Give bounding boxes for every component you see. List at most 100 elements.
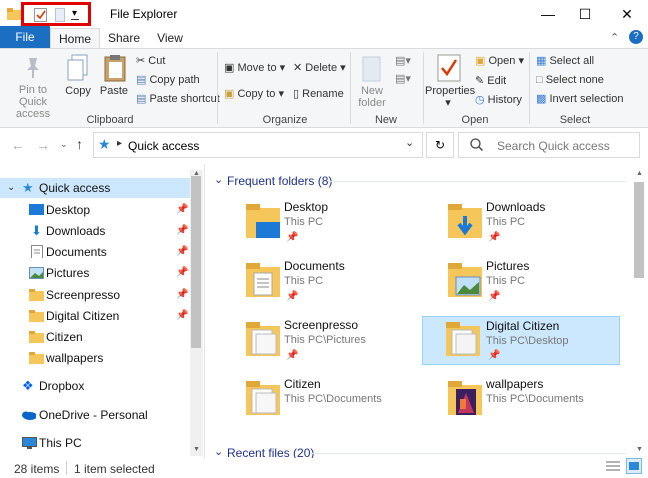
help-icon[interactable]: ? — [629, 30, 643, 44]
download-arrow-icon: ⬇ — [31, 223, 42, 238]
new-item-icon[interactable]: ▤▾ — [395, 54, 411, 67]
properties-label: Properties — [425, 85, 476, 97]
content-scrollbar-thumb[interactable] — [634, 182, 644, 278]
open-button[interactable]: ▣ Open ▾ — [475, 52, 524, 70]
folder-name: Citizen — [284, 377, 321, 391]
folder-tile-screenpresso[interactable]: Screenpresso This PC\Pictures 📌 — [222, 316, 420, 372]
easy-access-icon[interactable]: ▤▾ — [395, 72, 411, 85]
copy-button[interactable]: Copy — [62, 85, 94, 97]
nav-item-pictures[interactable]: Pictures 📌 — [0, 263, 190, 283]
cut-button[interactable]: ✂ Cut — [136, 52, 165, 70]
folder-tile-documents[interactable]: Documents This PC 📌 — [222, 257, 420, 313]
details-view-icon[interactable] — [606, 460, 620, 475]
folder-tile-desktop[interactable]: Desktop This PC 📌 — [222, 198, 420, 254]
paste-button[interactable]: Paste — [98, 85, 130, 97]
copy-to-button[interactable]: ▣ Copy to ▾ — [224, 85, 284, 103]
pane-divider[interactable] — [204, 164, 205, 458]
select-all-button[interactable]: ▦ Select all — [536, 52, 594, 70]
nav-item-desktop[interactable]: Desktop 📌 — [0, 200, 190, 220]
breadcrumb-separator-icon: ▸ — [117, 138, 123, 149]
refresh-icon: ↻ — [434, 138, 446, 152]
edit-button[interactable]: ✎ Edit — [475, 72, 506, 90]
nav-quick-access[interactable]: ⌄ ★ Quick access — [0, 178, 190, 198]
properties-icon — [437, 54, 461, 85]
nav-item-citizen[interactable]: Citizen — [0, 327, 190, 347]
pin-icon: 📌 — [488, 291, 501, 302]
invert-selection-button[interactable]: ▩ Invert selection — [536, 90, 623, 108]
select-all-label: Select all — [549, 55, 595, 67]
paste-shortcut-button[interactable]: ▤ Paste shortcut — [136, 90, 220, 108]
recent-locations-icon[interactable]: ⌄ — [60, 139, 68, 150]
properties-qat-icon[interactable] — [34, 8, 47, 22]
ribbon-separator — [217, 52, 218, 124]
select-none-icon: □ — [536, 74, 543, 86]
nav-scrollbar-thumb[interactable] — [191, 176, 201, 348]
new-folder-qat-icon[interactable] — [55, 8, 65, 22]
folder-tile-citizen[interactable]: Citizen This PC\Documents — [222, 375, 420, 431]
address-dropdown-icon[interactable]: ⌄ — [405, 136, 414, 149]
select-all-icon: ▦ — [536, 55, 547, 67]
rename-button[interactable]: ▯ Rename — [293, 85, 344, 103]
maximize-button[interactable]: ☐ — [562, 0, 608, 28]
folder-tile-wallpapers[interactable]: wallpapers This PC\Documents — [424, 375, 622, 431]
new-folder-button[interactable]: New folder — [352, 85, 392, 109]
desktop-folder-icon — [246, 204, 280, 238]
history-button[interactable]: ◷ History — [475, 91, 522, 109]
folder-name: Downloads — [486, 200, 546, 214]
refresh-button[interactable]: ↻ — [426, 132, 454, 158]
scroll-up-icon[interactable]: ▲ — [193, 170, 200, 177]
folder-path: This PC — [486, 216, 526, 228]
pin-icon: 📌 — [286, 350, 299, 361]
nav-dropbox[interactable]: ❖ Dropbox — [0, 376, 190, 396]
select-none-button[interactable]: □ Select none — [536, 71, 604, 89]
edit-icon: ✎ — [475, 75, 485, 87]
copy-icon — [67, 54, 89, 85]
pin-to-quick-access-button[interactable]: Pin to Quick access — [4, 84, 62, 120]
folder-name: Desktop — [284, 200, 329, 214]
recent-files-chevron-icon[interactable]: ⌄ — [214, 445, 223, 458]
up-arrow-icon[interactable]: ↑ — [76, 136, 83, 152]
search-placeholder: Search Quick access — [497, 139, 610, 153]
large-icons-view-icon[interactable] — [626, 458, 642, 474]
nav-item-screenpresso[interactable]: Screenpresso 📌 — [0, 285, 190, 305]
tab-view[interactable]: View — [152, 28, 188, 48]
copy-to-icon: ▣ — [224, 88, 235, 100]
search-icon — [470, 138, 483, 154]
scroll-down-icon[interactable]: ▼ — [193, 446, 200, 453]
nav-item-wallpapers[interactable]: wallpapers — [0, 348, 190, 368]
tab-home[interactable]: Home — [50, 28, 100, 48]
nav-item-documents[interactable]: Documents 📌 — [0, 242, 190, 262]
nav-onedrive[interactable]: OneDrive - Personal — [0, 405, 190, 425]
qat-underline — [71, 19, 79, 20]
delete-icon: ✕ — [293, 62, 303, 74]
scroll-up-icon[interactable]: ▲ — [636, 170, 643, 177]
folder-tile-digital-citizen[interactable]: Digital Citizen This PC\Desktop 📌 — [422, 316, 620, 365]
quick-access-star-icon: ★ — [98, 136, 111, 152]
tab-share[interactable]: Share — [104, 28, 144, 48]
copy-path-button[interactable]: ▤ Copy path — [136, 71, 200, 89]
breadcrumb-quick-access[interactable]: Quick access — [128, 139, 199, 153]
downloads-folder-icon — [448, 204, 482, 238]
back-arrow-icon[interactable]: ← — [11, 137, 25, 153]
ribbon-collapse-icon[interactable]: ⌃ — [610, 31, 619, 44]
folder-tile-pictures[interactable]: Pictures This PC 📌 — [424, 257, 622, 313]
nav-item-downloads[interactable]: ⬇ Downloads 📌 — [0, 221, 190, 241]
customize-qat-dropdown-icon[interactable]: ▾ — [72, 8, 77, 19]
tab-file[interactable]: File — [0, 26, 50, 48]
nav-item-digital-citizen[interactable]: Digital Citizen 📌 — [0, 306, 190, 326]
folder-path: This PC — [486, 275, 526, 287]
open-folder-icon: ▣ — [475, 55, 486, 67]
folder-tile-downloads[interactable]: Downloads This PC 📌 — [424, 198, 622, 254]
history-label: History — [487, 94, 522, 106]
delete-button[interactable]: ✕ Delete ▾ — [293, 59, 346, 77]
properties-button[interactable]: Properties ▾ — [425, 85, 475, 109]
forward-arrow-icon[interactable]: → — [36, 137, 50, 153]
close-button[interactable]: ✕ — [604, 0, 648, 28]
frequent-folders-header[interactable]: Frequent folders (8) — [227, 174, 332, 188]
nav-this-pc[interactable]: This PC — [0, 433, 190, 453]
paste-shortcut-icon: ▤ — [136, 93, 147, 105]
scroll-down-icon[interactable]: ▼ — [636, 446, 643, 453]
frequent-folders-chevron-icon[interactable]: ⌄ — [214, 173, 223, 186]
move-to-button[interactable]: ▣ Move to ▾ — [224, 59, 285, 77]
invert-selection-label: Invert selection — [549, 93, 624, 105]
